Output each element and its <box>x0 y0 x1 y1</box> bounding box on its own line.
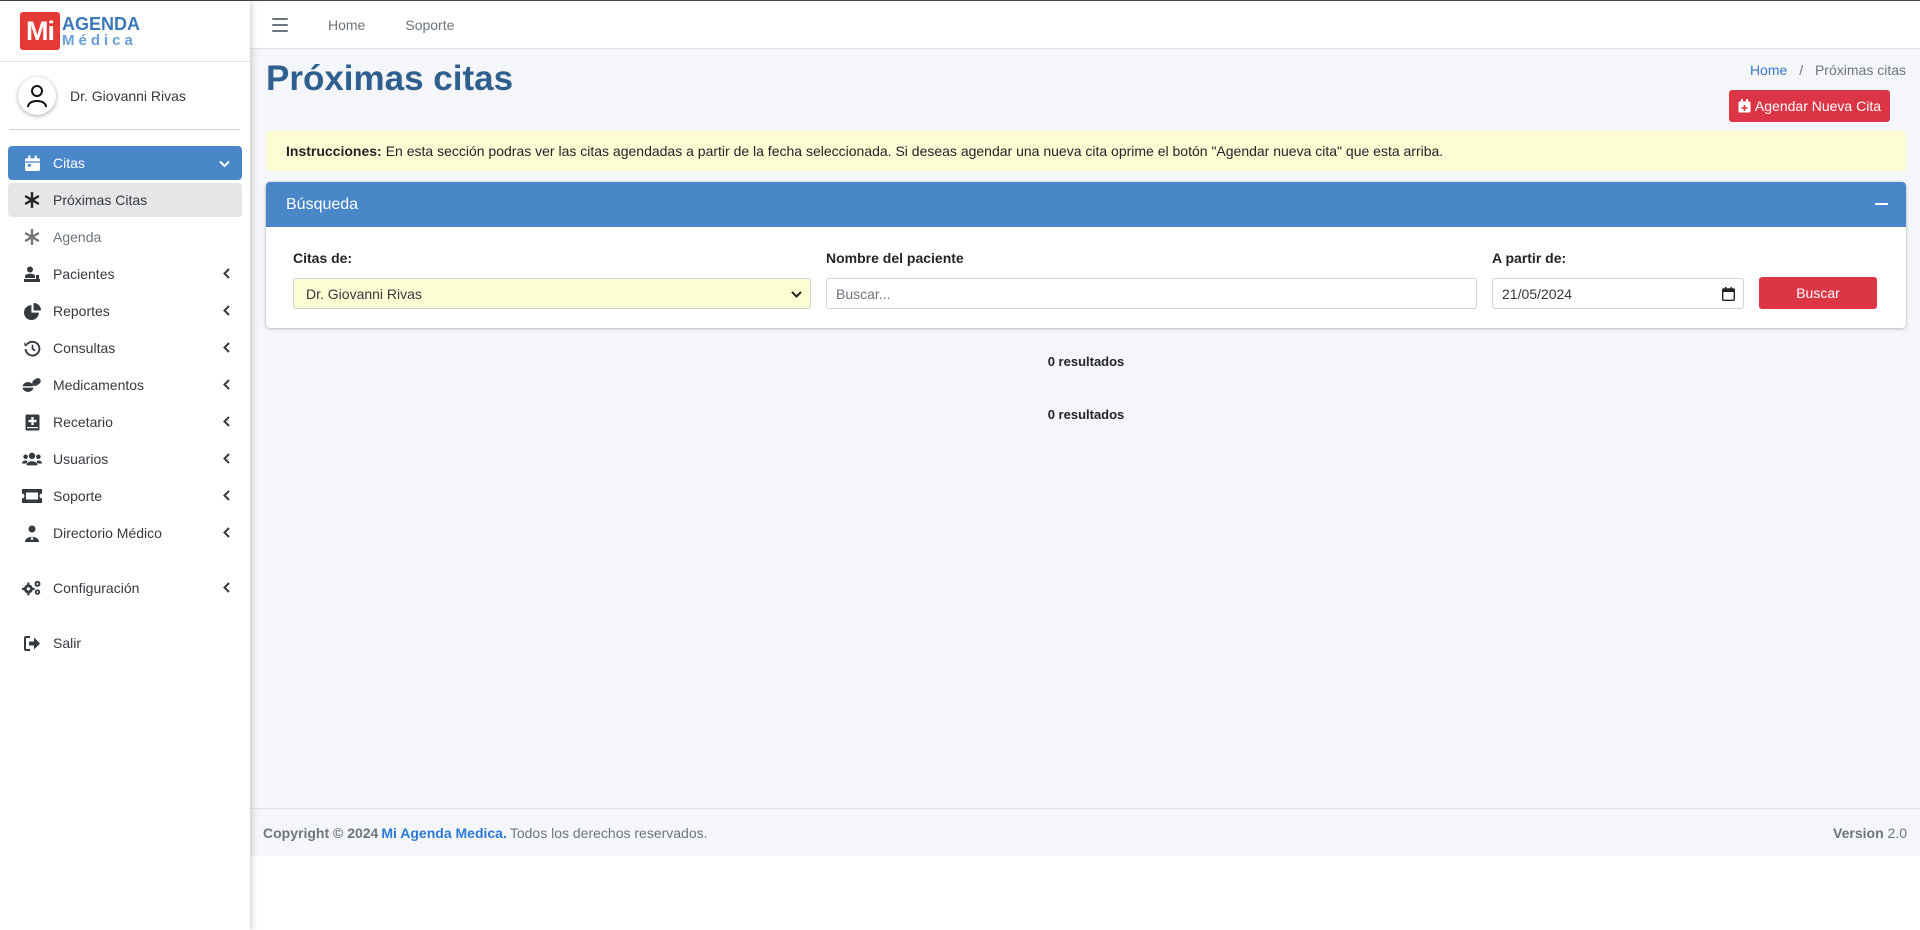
breadcrumb-current: Próximas citas <box>1814 62 1906 78</box>
chevron-left-icon <box>223 377 230 393</box>
sidebar-item-directorio-medico[interactable]: Directorio Médico <box>8 516 242 550</box>
sidebar-item-proximas-citas[interactable]: Próximas Citas <box>8 183 242 217</box>
sidebar-item-label: Usuarios <box>53 451 109 467</box>
user-avatar-icon <box>18 76 56 115</box>
results-count: 0 resultados <box>1047 354 1125 369</box>
alert-label: Instrucciones: <box>286 143 382 159</box>
footer-version-value: 2.0 <box>1887 824 1907 841</box>
date-from-input[interactable]: 21/05/2024 <box>1492 278 1744 309</box>
page-title: Próximas citas <box>266 59 514 98</box>
citas-de-label: Citas de: <box>293 250 353 266</box>
logo-mark: Mi <box>20 12 60 50</box>
footer-app-link[interactable]: Mi Agenda Medica. <box>381 825 507 841</box>
patient-name-label: Nombre del paciente <box>826 250 964 266</box>
results-count: 0 resultados <box>1047 407 1125 422</box>
hamburger-menu-icon[interactable] <box>272 17 288 32</box>
footer-version-label: Version <box>1833 824 1884 841</box>
sidebar-item-configuracion[interactable]: Configuración <box>8 571 242 605</box>
search-button[interactable]: Buscar <box>1759 277 1877 309</box>
chevron-left-icon <box>223 266 230 282</box>
chevron-left-icon <box>223 414 230 430</box>
chevron-left-icon <box>223 488 230 504</box>
search-card-title: Búsqueda <box>286 195 359 213</box>
breadcrumb-separator: / <box>1799 62 1804 78</box>
chevron-left-icon <box>223 340 230 356</box>
calendar-plus-icon <box>1738 99 1751 113</box>
collapse-minus-icon[interactable] <box>1875 203 1888 205</box>
doctor-icon <box>22 523 42 543</box>
sidebar-item-soporte[interactable]: Soporte <box>8 479 242 513</box>
pills-icon <box>22 375 42 395</box>
add-appointment-label: Agendar Nueva Cita <box>1754 98 1881 114</box>
sidebar-item-label: Agenda <box>53 229 102 245</box>
history-icon <box>22 338 42 358</box>
footer-rights: Todos los derechos reservados. <box>509 824 708 841</box>
pie-chart-icon <box>22 301 42 321</box>
asterisk-icon <box>22 227 42 247</box>
sidebar-nav: Citas Próximas Citas Agenda Pacientes Re… <box>0 130 250 660</box>
doctor-select[interactable]: Dr. Giovanni Rivas <box>293 278 811 309</box>
footer-copyright: Copyright © 2024 <box>263 824 379 841</box>
chevron-down-icon <box>219 155 230 171</box>
top-navbar: Home Soporte <box>250 1 1920 49</box>
nav-link-soporte[interactable]: Soporte <box>405 17 454 33</box>
sidebar-item-label: Medicamentos <box>53 377 145 393</box>
logo-agenda: AGENDA <box>62 13 141 34</box>
brand-logo[interactable]: Mi AGENDA Médica <box>0 1 250 62</box>
sidebar-item-label: Salir <box>53 635 82 651</box>
sidebar: Mi AGENDA Médica Dr. Giovanni Rivas Cita… <box>0 1 250 930</box>
alert-text: En esta sección podras ver las citas age… <box>385 143 1444 159</box>
sidebar-item-usuarios[interactable]: Usuarios <box>8 442 242 476</box>
footer-version: Version 2.0 <box>1833 825 1907 841</box>
chevron-left-icon <box>223 303 230 319</box>
asterisk-icon <box>22 190 42 210</box>
breadcrumb: Home / Próximas citas <box>1750 62 1906 78</box>
sidebar-item-recetario[interactable]: Recetario <box>8 405 242 439</box>
sidebar-item-agenda[interactable]: Agenda <box>8 220 242 254</box>
ticket-icon <box>22 486 42 506</box>
sidebar-item-label: Pacientes <box>53 266 115 282</box>
patient-search-input[interactable]: Buscar... <box>826 278 1477 309</box>
calendar-picker-icon[interactable] <box>1721 287 1736 304</box>
sidebar-item-label: Directorio Médico <box>53 525 162 541</box>
calendar-icon <box>22 153 42 173</box>
patient-icon <box>22 264 42 284</box>
sidebar-item-consultas[interactable]: Consultas <box>8 331 242 365</box>
medical-book-icon <box>22 412 42 432</box>
logo-medica: Médica <box>62 31 137 49</box>
user-name[interactable]: Dr. Giovanni Rivas <box>70 88 186 104</box>
gears-icon <box>22 578 42 598</box>
sidebar-item-label: Recetario <box>53 414 113 430</box>
footer-spacer <box>250 856 1920 930</box>
sidebar-item-label: Próximas Citas <box>53 192 148 208</box>
instructions-alert: Instrucciones: En esta sección podras ve… <box>266 131 1906 171</box>
sidebar-item-medicamentos[interactable]: Medicamentos <box>8 368 242 402</box>
sidebar-item-salir[interactable]: Salir <box>8 626 242 660</box>
sidebar-item-label: Consultas <box>53 340 116 356</box>
date-from-label: A partir de: <box>1492 250 1567 266</box>
chevron-left-icon <box>223 580 230 596</box>
search-card-header: Búsqueda <box>266 182 1906 227</box>
sidebar-item-reportes[interactable]: Reportes <box>8 294 242 328</box>
sidebar-item-label: Citas <box>53 155 85 171</box>
sidebar-item-citas[interactable]: Citas <box>8 146 242 180</box>
sidebar-item-label: Soporte <box>53 488 103 504</box>
chevron-down-icon <box>791 287 802 303</box>
logo-text: AGENDA Médica <box>62 15 140 48</box>
sidebar-item-label: Reportes <box>53 303 110 319</box>
search-card: Búsqueda Citas de: Dr. Giovanni Rivas No… <box>266 182 1906 328</box>
sidebar-item-pacientes[interactable]: Pacientes <box>8 257 242 291</box>
doctor-select-value: Dr. Giovanni Rivas <box>306 285 422 302</box>
chevron-left-icon <box>223 451 230 467</box>
user-panel[interactable]: Dr. Giovanni Rivas <box>10 62 240 130</box>
nav-link-home[interactable]: Home <box>328 17 365 33</box>
add-appointment-button[interactable]: Agendar Nueva Cita <box>1728 90 1890 122</box>
breadcrumb-home[interactable]: Home <box>1750 62 1787 78</box>
footer: Copyright © 2024 Mi Agenda Medica. Todos… <box>250 808 1920 856</box>
chevron-left-icon <box>223 525 230 541</box>
sign-out-icon <box>22 633 42 653</box>
sidebar-item-label: Configuración <box>53 580 140 596</box>
users-icon <box>22 449 42 469</box>
date-value: 21/05/2024 <box>1502 285 1573 302</box>
